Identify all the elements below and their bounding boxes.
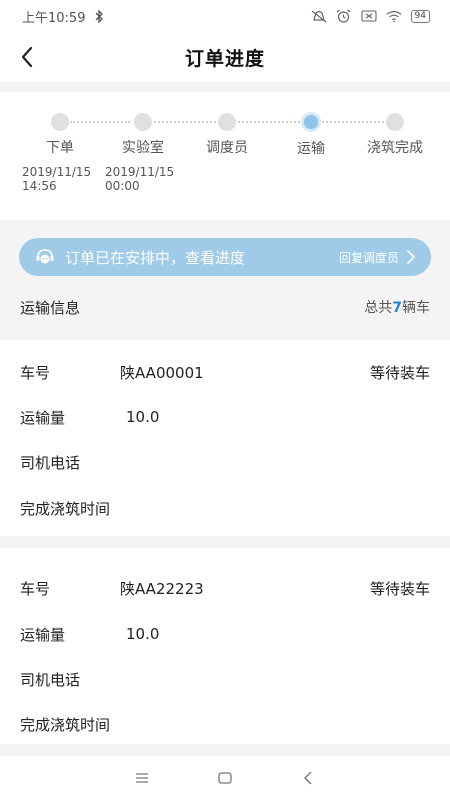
plate-label: 车号 <box>20 579 51 598</box>
phone-row: 司机电话 <box>20 667 430 691</box>
transport-info-title: 运输信息 <box>20 298 81 317</box>
vehicle-status: 等待装车 <box>369 363 430 382</box>
chevron-right-icon <box>407 250 416 264</box>
status-left: 上午10:59 <box>22 7 107 26</box>
step-dot <box>134 113 152 131</box>
step-date: 2019/11/15 <box>22 165 92 179</box>
notice-text: 订单已在安排中，查看进度 <box>65 248 246 267</box>
transport-info-header: 运输信息 总共7辆车 <box>0 286 450 328</box>
step-label: 浇筑完成 <box>367 140 423 156</box>
status-time: 上午10:59 <box>22 10 86 26</box>
step-dot <box>218 113 236 131</box>
total-suffix: 辆车 <box>402 300 430 316</box>
menu-button[interactable] <box>128 764 156 792</box>
menu-icon <box>135 773 148 783</box>
step-label: 运输 <box>297 141 325 157</box>
bluetooth-icon <box>91 9 107 23</box>
progress-notice-banner[interactable]: 订单已在安排中，查看进度 回复调度员 <box>19 238 431 276</box>
finish-time-label: 完成浇筑时间 <box>20 715 111 734</box>
total-count: 7 <box>392 300 402 316</box>
battery-icon: 94 <box>410 9 430 23</box>
header: 订单进度 <box>0 32 450 82</box>
step-dot <box>386 113 404 131</box>
back-button[interactable] <box>14 44 40 70</box>
home-button[interactable] <box>211 764 239 792</box>
step-time-order: 2019/11/15 14:56 <box>22 165 91 193</box>
volume-label: 运输量 <box>20 408 66 427</box>
phone-label: 司机电话 <box>20 670 81 689</box>
plate-value: 陕AA22223 <box>120 579 204 598</box>
plate-row: 车号 陕AA00001 等待装车 <box>20 360 430 384</box>
step-date: 2019/11/15 <box>105 165 175 179</box>
mute-icon <box>311 10 327 23</box>
home-icon <box>218 772 232 784</box>
step-time-laboratory: 2019/11/15 00:00 <box>105 165 174 193</box>
dispatcher-avatar-icon <box>36 249 54 264</box>
step-clock: 14:56 <box>22 179 57 193</box>
plate-label: 车号 <box>20 363 51 382</box>
step-label: 调度员 <box>206 140 248 156</box>
volume-value: 10.0 <box>126 625 160 643</box>
vehicle-status: 等待装车 <box>369 579 430 598</box>
finish-time-row: 完成浇筑时间 <box>20 496 430 520</box>
vehicle-total: 总共7辆车 <box>364 297 430 317</box>
step-laboratory: 实验室 <box>103 113 183 157</box>
step-pouring-complete: 浇筑完成 <box>355 113 435 157</box>
step-label: 下单 <box>46 140 74 156</box>
plate-value: 陕AA00001 <box>120 363 204 382</box>
page-title: 订单进度 <box>184 47 265 70</box>
vehicle-card[interactable]: 车号 陕AA00001 等待装车 运输量 10.0 司机电话 完成浇筑时间 <box>0 340 450 536</box>
phone-row: 司机电话 <box>20 450 430 474</box>
progress-card: 下单 实验室 调度员 运输 浇筑完成 2019/11/15 14:56 2019… <box>0 92 450 220</box>
vehicle-card[interactable]: 车号 陕AA22223 等待装车 运输量 10.0 司机电话 完成浇筑时间 <box>0 548 450 744</box>
step-clock: 00:00 <box>105 179 140 193</box>
step-dot-active <box>301 112 321 132</box>
system-nav-bar <box>0 756 450 800</box>
volume-label: 运输量 <box>20 625 66 644</box>
system-back-button[interactable] <box>294 764 322 792</box>
chevron-left-icon <box>21 46 33 68</box>
volume-row: 运输量 10.0 <box>20 622 430 646</box>
sim-icon <box>360 10 377 23</box>
volume-row: 运输量 10.0 <box>20 405 430 429</box>
step-dot <box>51 113 69 131</box>
step-dispatcher: 调度员 <box>187 113 267 157</box>
status-bar: 上午10:59 94 <box>0 0 450 32</box>
wifi-icon <box>386 10 402 23</box>
step-transport: 运输 <box>271 112 351 158</box>
step-label: 实验室 <box>122 140 164 156</box>
alarm-icon <box>336 9 352 23</box>
status-right: 94 <box>311 9 430 23</box>
finish-time-row: 完成浇筑时间 <box>20 712 430 736</box>
finish-time-label: 完成浇筑时间 <box>20 499 111 518</box>
step-order: 下单 <box>20 113 100 157</box>
plate-row: 车号 陕AA22223 等待装车 <box>20 576 430 600</box>
back-icon <box>304 771 312 785</box>
reply-dispatcher-link[interactable]: 回复调度员 <box>339 249 399 266</box>
total-prefix: 总共 <box>364 300 393 316</box>
volume-value: 10.0 <box>126 408 160 426</box>
phone-label: 司机电话 <box>20 453 81 472</box>
